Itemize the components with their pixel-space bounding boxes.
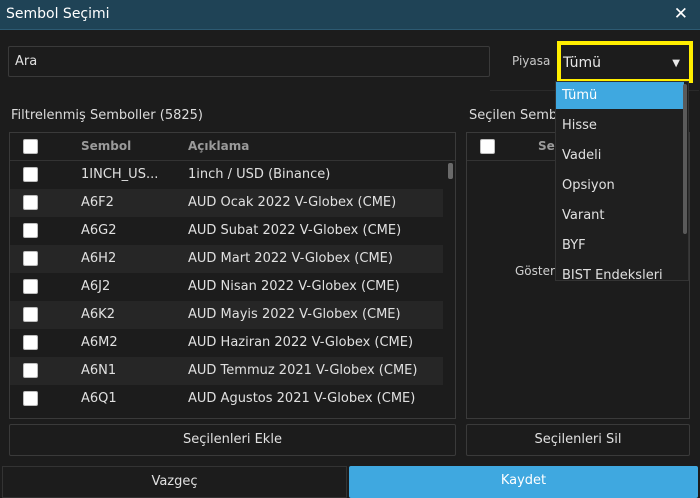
row-description: AUD Haziran 2022 V-Globex (CME) (188, 335, 414, 350)
table-row[interactable]: A6F2 AUD Ocak 2022 V-Globex (CME) (10, 189, 443, 217)
close-icon[interactable]: ✕ (674, 4, 688, 24)
column-header-symbol[interactable]: Sembol (81, 139, 131, 153)
market-option[interactable]: Vadeli (556, 142, 684, 169)
market-selected-value: Tümü (563, 55, 602, 71)
row-description: AUD Mayis 2022 V-Globex (CME) (188, 307, 401, 322)
row-checkbox[interactable] (23, 391, 38, 406)
column-header-symbol[interactable]: Se (538, 139, 555, 153)
table-row[interactable]: 1INCH_US... 1inch / USD (Binance) (10, 161, 443, 189)
row-checkbox[interactable] (23, 279, 38, 294)
scrollbar[interactable] (448, 163, 453, 179)
row-description: 1inch / USD (Binance) (188, 167, 331, 182)
market-option[interactable]: Hisse (556, 112, 684, 139)
row-description: AUD Agustos 2021 V-Globex (CME) (188, 391, 416, 406)
selected-symbols-title: Seçilen Semb (469, 108, 558, 123)
market-select[interactable]: Tümü ▼ (557, 41, 693, 83)
row-symbol: A6F2 (81, 195, 114, 210)
row-checkbox[interactable] (23, 335, 38, 350)
row-checkbox[interactable] (23, 195, 38, 210)
market-option[interactable]: Varant (556, 202, 684, 229)
row-description: AUD Nisan 2022 V-Globex (CME) (188, 279, 400, 294)
row-symbol: A6Q1 (81, 391, 117, 406)
row-description: AUD Ocak 2022 V-Globex (CME) (188, 195, 397, 210)
table-row[interactable]: A6M2 AUD Haziran 2022 V-Globex (CME) (10, 329, 443, 357)
market-option[interactable]: BYF (556, 232, 684, 259)
market-option[interactable]: Opsiyon (556, 172, 684, 199)
row-checkbox[interactable] (23, 251, 38, 266)
market-dropdown: Tümü Hisse Vadeli Opsiyon Varant BYF BIST Ende… (555, 81, 689, 281)
row-symbol: A6N1 (81, 363, 117, 378)
select-all-checkbox[interactable] (480, 139, 495, 154)
table-row[interactable]: A6N1 AUD Temmuz 2021 V-Globex (CME) (10, 357, 443, 385)
table-row[interactable]: A6H2 AUD Mart 2022 V-Globex (CME) (10, 245, 443, 273)
row-symbol: A6K2 (81, 307, 115, 322)
row-description: AUD Temmuz 2021 V-Globex (CME) (188, 363, 418, 378)
select-all-checkbox[interactable] (23, 139, 38, 154)
cancel-button[interactable]: Vazgeç (2, 466, 347, 498)
table-row[interactable]: A6G2 AUD Subat 2022 V-Globex (CME) (10, 217, 443, 245)
search-input[interactable] (9, 47, 489, 76)
row-description: AUD Mart 2022 V-Globex (CME) (188, 251, 393, 266)
dialog-title: Sembol Seçimi (6, 6, 110, 22)
row-checkbox[interactable] (23, 307, 38, 322)
search-field[interactable] (8, 46, 490, 77)
row-description: AUD Subat 2022 V-Globex (CME) (188, 223, 402, 238)
market-option[interactable]: Tümü (556, 82, 684, 109)
row-symbol: A6H2 (81, 251, 117, 266)
title-bar: Sembol Seçimi ✕ (0, 0, 700, 30)
table-header: Sembol Açıklama (10, 133, 455, 161)
market-label: Piyasa (512, 54, 551, 68)
filtered-symbols-table: Sembol Açıklama 1INCH_US... 1inch / USD (… (9, 132, 456, 419)
remove-selected-button[interactable]: Seçilenleri Sil (466, 424, 690, 456)
filtered-symbols-title: Filtrelenmiş Semboller (5825) (11, 108, 203, 123)
save-button[interactable]: Kaydet (349, 466, 698, 498)
row-symbol: A6G2 (81, 223, 117, 238)
market-option[interactable]: BIST Endeksleri (556, 262, 684, 280)
row-symbol: 1INCH_US... (81, 167, 159, 182)
row-checkbox[interactable] (23, 167, 38, 182)
table-row[interactable]: A6Q1 AUD Agustos 2021 V-Globex (CME) (10, 385, 443, 413)
row-checkbox[interactable] (23, 363, 38, 378)
dropdown-scrollbar[interactable] (683, 84, 687, 234)
table-row[interactable]: A6K2 AUD Mayis 2022 V-Globex (CME) (10, 301, 443, 329)
add-selected-button[interactable]: Seçilenleri Ekle (9, 424, 456, 456)
row-symbol: A6J2 (81, 279, 111, 294)
empty-message: Göster (515, 264, 555, 278)
table-row[interactable]: A6J2 AUD Nisan 2022 V-Globex (CME) (10, 273, 443, 301)
row-checkbox[interactable] (23, 223, 38, 238)
chevron-down-icon[interactable]: ▼ (672, 58, 680, 69)
column-header-description[interactable]: Açıklama (188, 139, 249, 153)
row-symbol: A6M2 (81, 335, 118, 350)
